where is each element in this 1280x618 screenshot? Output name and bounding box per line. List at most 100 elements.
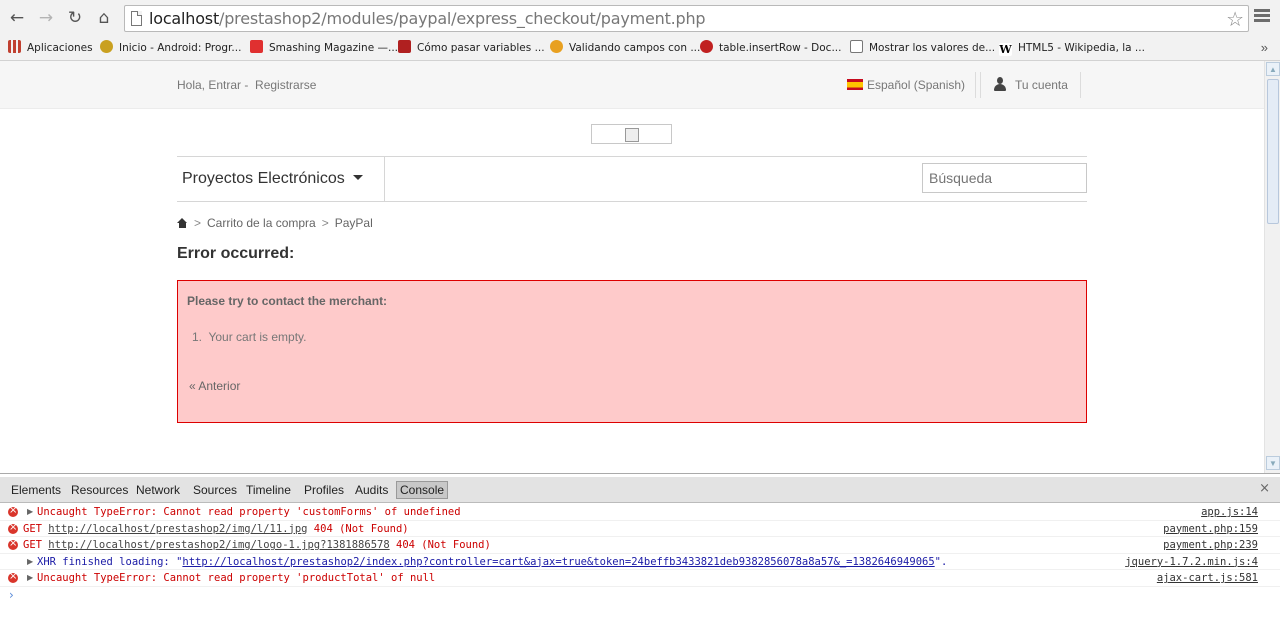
close-icon[interactable]: × — [1259, 481, 1270, 496]
console-source-link[interactable]: app.js:14 — [1201, 504, 1258, 521]
console-url-link[interactable]: http://localhost/prestashop2/index.php?c… — [182, 556, 934, 568]
expand-triangle-icon[interactable]: ▶ — [27, 554, 33, 571]
greeting-separator: - — [244, 78, 249, 92]
tab-resources[interactable]: Resources — [68, 481, 131, 499]
search-input[interactable] — [922, 163, 1087, 193]
address-bar[interactable]: localhost/prestashop2/modules/paypal/exp… — [124, 5, 1249, 32]
site-icon — [398, 40, 411, 53]
address-url[interactable]: localhost/prestashop2/modules/paypal/exp… — [149, 9, 706, 28]
language-selector[interactable]: Español (Spanish) — [847, 72, 977, 98]
devtools-panel: Elements Resources Network Sources Timel… — [0, 473, 1280, 618]
console-message: GET http://localhost/prestashop2/img/l/1… — [23, 522, 409, 535]
error-message-title: Please try to contact the merchant: — [187, 294, 388, 308]
apps-grid-icon — [8, 40, 21, 53]
android-icon — [100, 40, 113, 53]
vertical-scrollbar[interactable]: ▲ ▼ — [1264, 61, 1280, 473]
url-path: /prestashop2/modules/paypal/express_chec… — [219, 9, 706, 28]
breadcrumb-separator: > — [321, 216, 329, 230]
bookmark-variables[interactable]: Cómo pasar variables ... — [398, 40, 545, 57]
wikipedia-icon: W — [999, 43, 1012, 56]
shop-logo-broken-image[interactable] — [591, 124, 672, 144]
pencil-icon — [550, 40, 563, 53]
tab-console[interactable]: Console — [396, 481, 449, 499]
console-url-link[interactable]: http://localhost/prestashop2/img/l/11.jp… — [48, 523, 307, 535]
page-icon — [850, 40, 863, 53]
error-icon — [8, 569, 18, 586]
account-link[interactable]: Tu cuenta — [980, 72, 1081, 98]
console-source-link[interactable]: payment.php:239 — [1163, 537, 1258, 554]
breadcrumb: > Carrito de la compra > PayPal — [177, 216, 373, 230]
console-source-link[interactable]: jquery-1.7.2.min.js:4 — [1125, 554, 1258, 571]
account-label: Tu cuenta — [1015, 78, 1068, 92]
language-label: Español (Spanish) — [867, 78, 966, 92]
error-alert: Please try to contact the merchant: 1. Y… — [177, 280, 1087, 423]
back-link[interactable]: « Anterior — [189, 379, 240, 393]
console-source-link[interactable]: ajax-cart.js:581 — [1157, 570, 1258, 587]
console-line[interactable]: GET http://localhost/prestashop2/img/log… — [0, 536, 1280, 554]
breadcrumb-paypal: PayPal — [334, 216, 373, 230]
console-line[interactable]: ▶ Uncaught TypeError: Cannot read proper… — [0, 569, 1280, 587]
home-button-icon[interactable]: ⌂ — [92, 6, 116, 30]
console-line[interactable]: ▶ Uncaught TypeError: Cannot read proper… — [0, 503, 1280, 521]
expand-triangle-icon[interactable]: ▶ — [27, 570, 33, 587]
back-arrow-icon[interactable]: ← — [5, 6, 29, 30]
expand-triangle-icon[interactable]: ▶ — [27, 504, 33, 521]
spain-flag-icon — [847, 79, 863, 90]
bookmark-android[interactable]: Inicio - Android: Progr... — [100, 40, 241, 57]
bookmark-apps[interactable]: Aplicaciones — [8, 40, 93, 57]
bookmark-wikipedia[interactable]: W HTML5 - Wikipedia, la ... — [999, 40, 1145, 57]
tab-profiles[interactable]: Profiles — [301, 481, 347, 499]
register-link[interactable]: Registrarse — [255, 78, 316, 92]
tab-elements[interactable]: Elements — [8, 481, 64, 499]
caret-down-icon — [352, 175, 363, 180]
url-host: localhost — [149, 9, 220, 28]
tab-timeline[interactable]: Timeline — [243, 481, 294, 499]
bookmark-star-icon[interactable]: ☆ — [1226, 7, 1244, 31]
reload-icon[interactable]: ↻ — [63, 6, 87, 30]
home-icon[interactable] — [177, 218, 188, 228]
mdn-icon — [700, 40, 713, 53]
console-line[interactable]: GET http://localhost/prestashop2/img/l/1… — [0, 520, 1280, 538]
breadcrumb-cart[interactable]: Carrito de la compra — [207, 216, 316, 230]
console-prompt-icon[interactable]: › — [9, 588, 14, 602]
scroll-up-icon[interactable]: ▲ — [1266, 62, 1280, 76]
console-output: ▶ Uncaught TypeError: Cannot read proper… — [0, 503, 1280, 587]
category-menu[interactable]: Proyectos Electrónicos — [177, 157, 385, 201]
login-link[interactable]: Hola, Entrar — [177, 78, 241, 92]
page-icon — [131, 11, 142, 26]
bookmark-smashing[interactable]: Smashing Magazine —... — [250, 40, 398, 57]
console-message: Uncaught TypeError: Cannot read property… — [37, 572, 436, 585]
browser-menu-icon[interactable] — [1254, 9, 1270, 24]
console-line[interactable]: ▶ XHR finished loading: "http://localhos… — [0, 554, 1280, 571]
devtools-tabs: Elements Resources Network Sources Timel… — [0, 477, 1280, 503]
header-nav: Hola, Entrar - Registrarse Español (Span… — [0, 61, 1264, 109]
bookmark-mostrar[interactable]: Mostrar los valores de... — [850, 40, 995, 57]
scroll-down-icon[interactable]: ▼ — [1266, 456, 1280, 470]
tab-sources[interactable]: Sources — [190, 481, 240, 499]
console-source-link[interactable]: payment.php:159 — [1163, 521, 1258, 538]
category-label: Proyectos Electrónicos — [182, 170, 345, 187]
console-url-link[interactable]: http://localhost/prestashop2/img/logo-1.… — [48, 539, 389, 551]
login-area: Hola, Entrar - Registrarse — [177, 78, 316, 92]
error-icon — [8, 520, 18, 536]
tab-audits[interactable]: Audits — [352, 481, 391, 499]
bookmarks-bar: Aplicaciones Inicio - Android: Progr... … — [0, 36, 1280, 61]
error-icon — [8, 503, 18, 520]
breadcrumb-separator: > — [194, 216, 202, 230]
forward-arrow-icon[interactable]: → — [34, 6, 58, 30]
bookmarks-more-icon[interactable]: » — [1261, 40, 1268, 55]
smashing-icon — [250, 40, 263, 53]
error-icon — [8, 536, 18, 553]
bookmark-insertrow[interactable]: table.insertRow - Doc... — [700, 40, 841, 57]
error-list-item: 1. Your cart is empty. — [192, 330, 307, 344]
main-menu: Proyectos Electrónicos — [177, 156, 1087, 202]
console-message: Uncaught TypeError: Cannot read property… — [37, 506, 461, 518]
web-page: Hola, Entrar - Registrarse Español (Span… — [0, 61, 1264, 473]
console-message: GET http://localhost/prestashop2/img/log… — [23, 539, 491, 552]
bookmark-validando[interactable]: Validando campos con ... — [550, 40, 700, 57]
user-icon — [993, 77, 1007, 91]
scroll-thumb[interactable] — [1267, 79, 1279, 224]
tab-network[interactable]: Network — [133, 481, 183, 499]
console-message: XHR finished loading: "http://localhost/… — [37, 555, 948, 568]
page-title: Error occurred: — [177, 245, 295, 262]
